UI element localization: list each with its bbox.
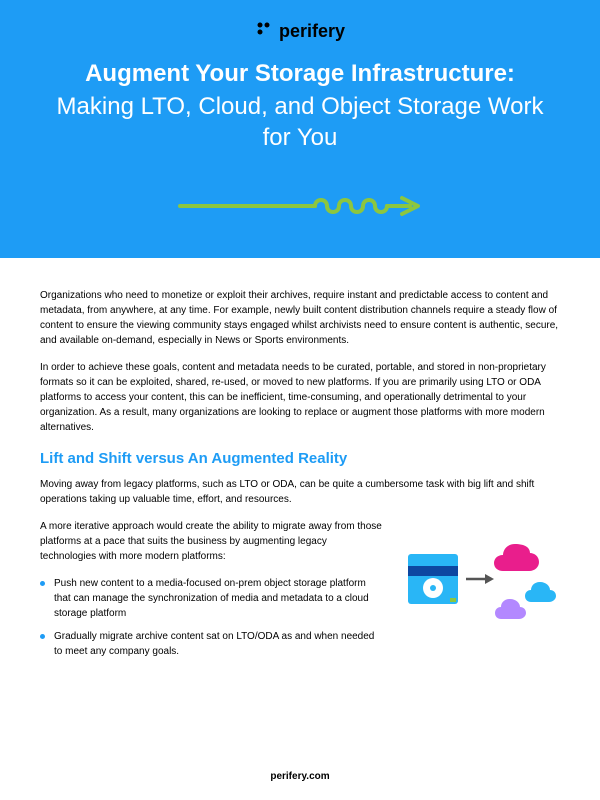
title-line-2: Making LTO, Cloud, and Object Storage Wo… <box>40 91 560 153</box>
footer-url: perifery.com <box>0 771 600 782</box>
section-paragraph-2: A more iterative approach would create t… <box>40 519 385 564</box>
brand-logo: perifery <box>255 20 345 43</box>
section-heading-lift-shift: Lift and Shift versus An Augmented Reali… <box>40 450 560 467</box>
text-column: A more iterative approach would create t… <box>40 519 385 667</box>
document-body: Organizations who need to monetize or ex… <box>0 258 600 667</box>
list-item: Gradually migrate archive content sat on… <box>40 629 385 659</box>
brand-name: perifery <box>279 21 345 42</box>
section-paragraph-1: Moving away from legacy platforms, such … <box>40 477 560 507</box>
intro-paragraph-2: In order to achieve these goals, content… <box>40 360 560 435</box>
title-line-1: Augment Your Storage Infrastructure: <box>40 58 560 89</box>
intro-paragraph-1: Organizations who need to monetize or ex… <box>40 288 560 348</box>
migration-diagram <box>400 519 560 634</box>
hero-banner: perifery Augment Your Storage Infrastruc… <box>0 0 600 258</box>
logo-mark-icon <box>255 20 273 43</box>
bullet-list: Push new content to a media-focused on-p… <box>40 576 385 659</box>
list-item: Push new content to a media-focused on-p… <box>40 576 385 621</box>
logo-container: perifery <box>40 20 560 43</box>
squiggle-arrow-icon <box>40 189 560 228</box>
two-column-layout: A more iterative approach would create t… <box>40 519 560 667</box>
hero-title: Augment Your Storage Infrastructure: Mak… <box>40 58 560 154</box>
